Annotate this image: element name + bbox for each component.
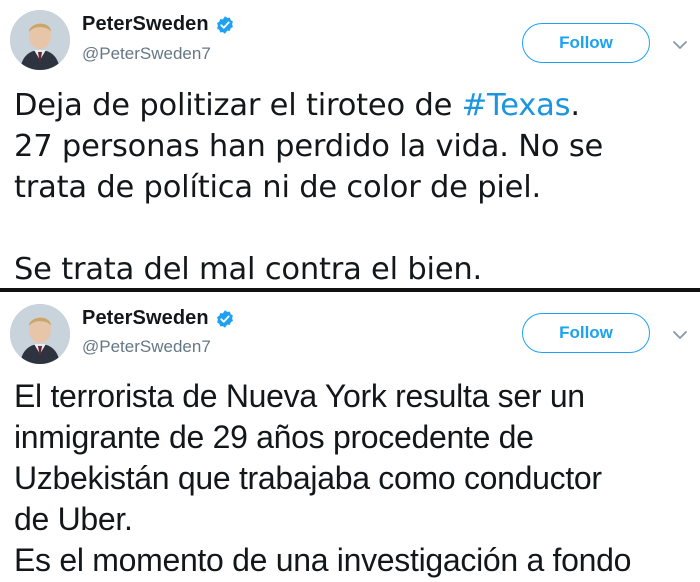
- tweet-text-part: Deja de politizar el tiroteo de: [14, 88, 462, 123]
- avatar-image: [10, 10, 70, 70]
- author-name-row: PeterSweden: [82, 13, 235, 36]
- tweet-card-2: PeterSweden @PeterSweden7 Follow El terr…: [0, 292, 700, 582]
- tweet-text-line: Uzbekistán que trabajaba como conductor: [14, 460, 602, 496]
- tweet-text-line: El terrorista de Nueva York resulta ser …: [14, 378, 585, 414]
- chevron-down-icon[interactable]: [669, 324, 691, 346]
- chevron-down-icon[interactable]: [669, 34, 691, 56]
- display-name[interactable]: PeterSweden: [82, 13, 209, 36]
- tweet-text-line: Es el momento de una investigación a fon…: [14, 542, 632, 578]
- avatar-image: [10, 304, 70, 364]
- author-handle[interactable]: @PeterSweden7: [82, 337, 211, 357]
- verified-badge-icon: [216, 309, 233, 328]
- display-name[interactable]: PeterSweden: [82, 307, 209, 330]
- author-handle[interactable]: @PeterSweden7: [82, 44, 211, 64]
- verified-badge-icon: [216, 15, 233, 34]
- tweet-text-line: de Uber.: [14, 501, 133, 537]
- avatar[interactable]: [10, 10, 70, 70]
- follow-button[interactable]: Follow: [522, 313, 650, 353]
- tweet-text: Deja de politizar el tiroteo de #Texas. …: [14, 85, 694, 290]
- tweet-text: El terrorista de Nueva York resulta ser …: [14, 376, 700, 581]
- tweet-card-1: PeterSweden @PeterSweden7 Follow Deja de…: [0, 0, 700, 288]
- hashtag-link[interactable]: #Texas: [462, 88, 571, 123]
- avatar[interactable]: [10, 304, 70, 364]
- author-name-row: PeterSweden: [82, 307, 235, 330]
- tweet-text-line: inmigrante de 29 años procedente de: [14, 419, 534, 455]
- follow-button[interactable]: Follow: [522, 23, 650, 63]
